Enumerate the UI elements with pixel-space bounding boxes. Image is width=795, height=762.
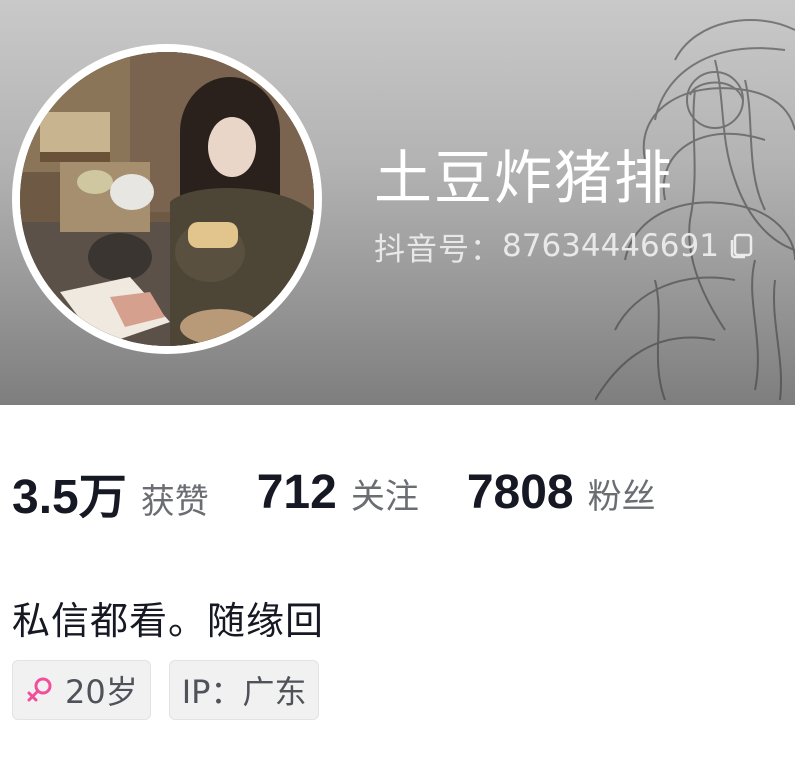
likes-count: 3.5万 [12, 471, 127, 524]
copy-icon[interactable] [727, 232, 755, 260]
stat-following[interactable]: 712 关注 [257, 465, 419, 520]
account-id-value: 87634446691 [502, 228, 719, 264]
avatar-photo [20, 52, 314, 346]
ip-tag: IP：广东 [168, 660, 320, 720]
ip-text: IP：广东 [181, 673, 307, 711]
stat-followers[interactable]: 7808 粉丝 [467, 465, 656, 520]
profile-banner[interactable]: 土豆炸猪排 抖音号： 87634446691 [0, 0, 795, 405]
account-id-row[interactable]: 抖音号： 87634446691 [374, 224, 755, 268]
profile-bio: 私信都看。随缘回 [12, 599, 325, 643]
following-label: 关注 [350, 476, 419, 517]
avatar[interactable] [12, 44, 322, 354]
nickname: 土豆炸猪排 [374, 144, 675, 212]
followers-label: 粉丝 [587, 476, 656, 517]
following-count: 712 [256, 465, 337, 519]
followers-count: 7808 [466, 465, 574, 519]
profile-tags: 20岁 IP：广东 [12, 660, 320, 720]
profile-stats: 3.5万 获赞 712 关注 7808 粉丝 [12, 457, 704, 527]
age-tag: 20岁 [12, 660, 151, 720]
female-icon [25, 675, 55, 705]
account-id-label: 抖音号： [374, 231, 502, 268]
likes-label: 获赞 [140, 482, 209, 522]
stat-likes[interactable]: 3.5万 获赞 [12, 457, 209, 527]
age-text: 20岁 [65, 673, 138, 711]
